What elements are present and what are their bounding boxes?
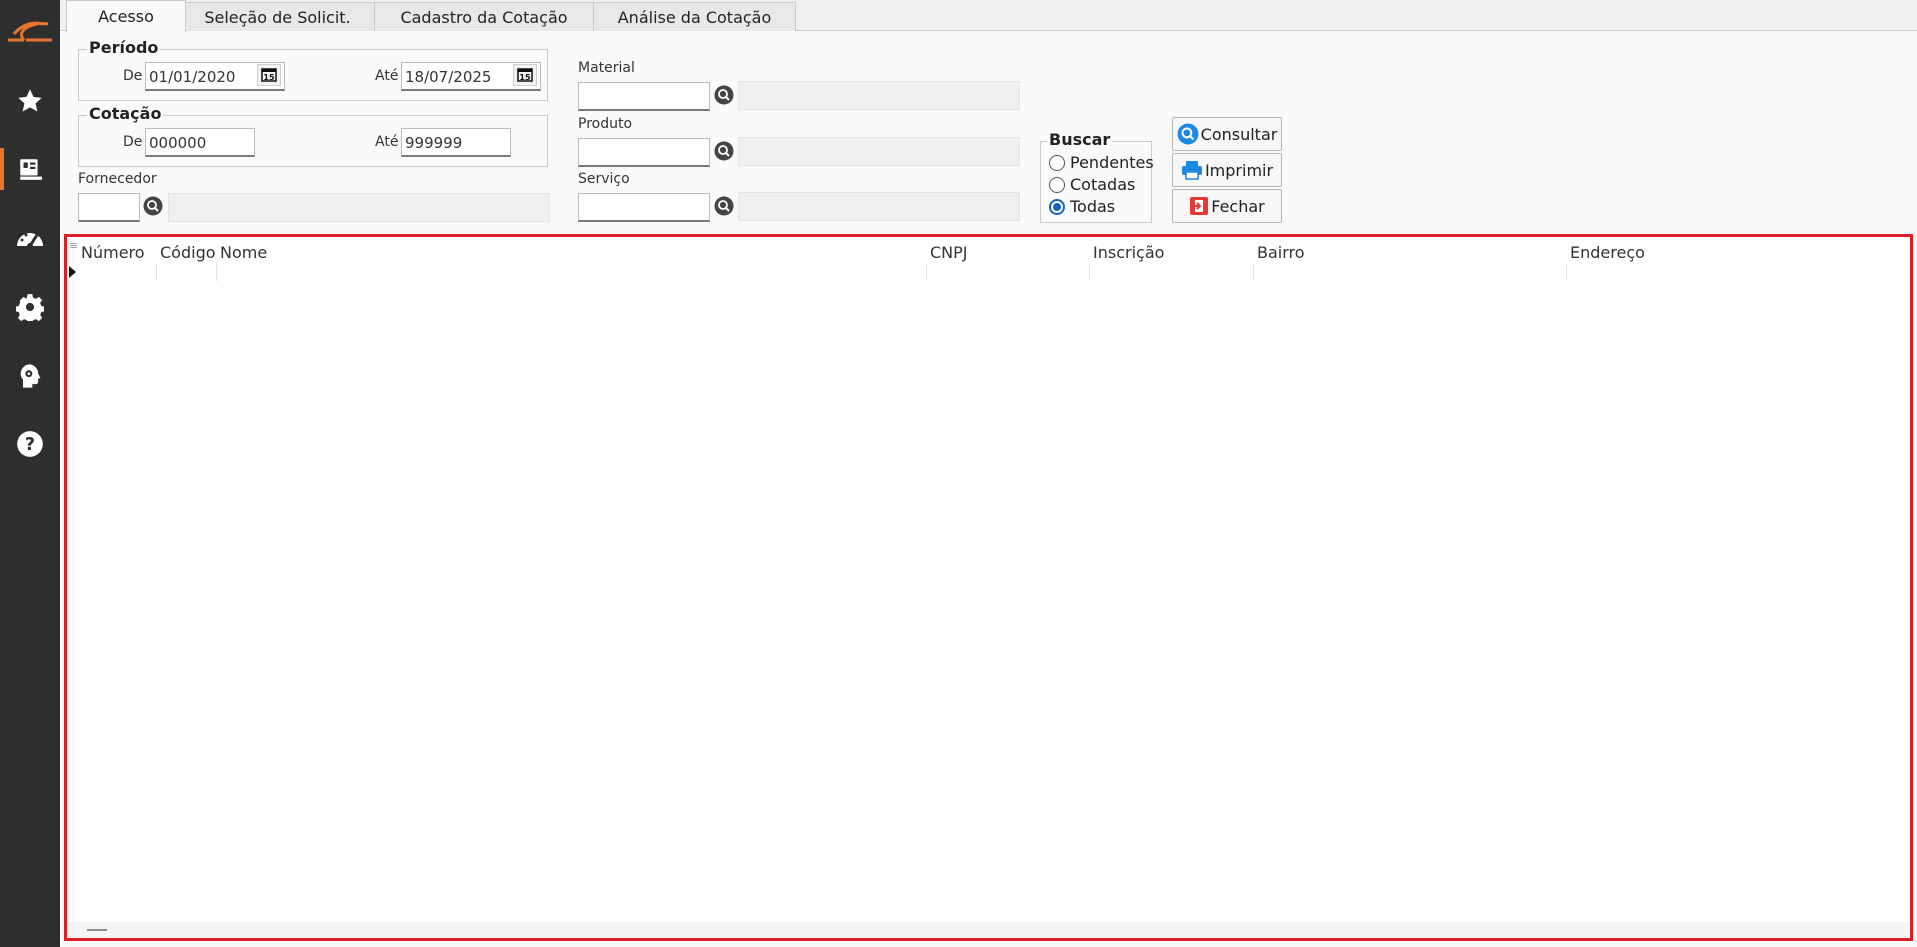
tab-acesso[interactable]: Acesso: [66, 0, 186, 32]
star-icon[interactable]: [0, 76, 60, 126]
cotacao-from-input[interactable]: 000000: [145, 128, 255, 157]
column-separator: [1089, 263, 1090, 281]
material-label: Material: [578, 60, 635, 76]
radio-pendentes[interactable]: Pendentes: [1049, 153, 1154, 172]
column-separator: [1253, 263, 1254, 281]
column-header-cnpj[interactable]: CNPJ: [930, 243, 968, 262]
grid-corner-icon: ≡: [69, 239, 79, 252]
row-indicator-icon: [69, 264, 77, 282]
footer-indicator: [87, 929, 107, 931]
svg-text:15: 15: [519, 73, 531, 82]
search-icon: [1177, 123, 1199, 145]
fechar-button[interactable]: Fechar: [1172, 189, 1282, 223]
radio-button[interactable]: [1049, 198, 1065, 215]
column-header-codigo[interactable]: Código: [160, 243, 216, 262]
fechar-label: Fechar: [1211, 196, 1265, 216]
radio-button[interactable]: [1049, 176, 1065, 193]
radio-label: Todas: [1070, 197, 1116, 216]
radio-label: Pendentes: [1070, 153, 1154, 172]
calendar-icon[interactable]: 15: [257, 64, 281, 86]
head-gear-icon[interactable]: [0, 351, 60, 401]
periodo-to-label: Até: [375, 68, 399, 84]
column-separator: [216, 263, 217, 281]
results-grid[interactable]: ≡ Número Código Nome CNPJ Inscrição Bair…: [64, 234, 1913, 941]
column-header-bairro[interactable]: Bairro: [1257, 243, 1305, 262]
consultar-button[interactable]: Consultar: [1172, 117, 1282, 151]
search-icon[interactable]: [713, 140, 735, 162]
servico-label: Serviço: [578, 171, 630, 187]
material-input[interactable]: [578, 82, 710, 111]
cotacao-group: Cotação De 000000 Até 999999: [78, 104, 548, 167]
svg-text:15: 15: [263, 73, 275, 82]
sidebar: ?: [0, 0, 60, 947]
tab-bar: Acesso Seleção de Solicit. Cadastro da C…: [60, 0, 1917, 32]
ledger-icon[interactable]: [0, 144, 60, 194]
gear-icon[interactable]: [0, 282, 60, 332]
periodo-group: Período De 01/01/2020 15 Até 18/07/2025 …: [78, 38, 548, 101]
search-icon[interactable]: [142, 195, 164, 217]
column-header-endereco[interactable]: Endereço: [1570, 243, 1645, 262]
periodo-from-label: De: [123, 68, 143, 84]
fornecedor-input[interactable]: [78, 193, 140, 222]
radio-label: Cotadas: [1070, 175, 1136, 194]
column-separator: [926, 263, 927, 281]
fornecedor-label: Fornecedor: [78, 171, 157, 187]
calendar-icon[interactable]: 15: [513, 64, 537, 86]
servico-description: [738, 192, 1020, 221]
radio-todas[interactable]: Todas: [1049, 197, 1115, 216]
cotacao-from-label: De: [123, 134, 143, 150]
radio-button[interactable]: [1049, 154, 1065, 171]
servico-input[interactable]: [578, 193, 710, 222]
help-icon[interactable]: ?: [0, 419, 60, 469]
acesso-panel: Período De 01/01/2020 15 Até 18/07/2025 …: [60, 31, 1917, 947]
search-icon[interactable]: [713, 195, 735, 217]
imprimir-label: Imprimir: [1204, 160, 1274, 180]
exit-icon: [1189, 196, 1209, 216]
column-header-numero[interactable]: Número: [81, 243, 145, 262]
gauge-icon[interactable]: [0, 213, 60, 263]
periodo-title: Período: [87, 38, 161, 57]
main-area: Acesso Seleção de Solicit. Cadastro da C…: [60, 0, 1917, 947]
column-header-nome[interactable]: Nome: [220, 243, 267, 262]
material-description: [738, 81, 1020, 110]
printer-icon: [1181, 160, 1203, 180]
tab-cadastro-cotacao[interactable]: Cadastro da Cotação: [374, 2, 594, 31]
grid-footer: [67, 922, 1910, 938]
tab-analise-cotacao[interactable]: Análise da Cotação: [593, 2, 796, 31]
consultar-label: Consultar: [1200, 124, 1278, 144]
tab-selecao-solicit[interactable]: Seleção de Solicit.: [180, 2, 375, 31]
imprimir-button[interactable]: Imprimir: [1172, 153, 1282, 187]
produto-label: Produto: [578, 116, 633, 132]
cotacao-to-input[interactable]: 999999: [401, 128, 511, 157]
cotacao-title: Cotação: [87, 104, 164, 123]
produto-input[interactable]: [578, 138, 710, 167]
svg-text:?: ?: [25, 435, 35, 455]
buscar-group: Buscar Pendentes Cotadas Todas: [1040, 130, 1154, 223]
column-separator: [156, 263, 157, 281]
company-logo[interactable]: [0, 6, 60, 56]
search-icon[interactable]: [713, 84, 735, 106]
produto-description: [738, 137, 1020, 166]
column-separator: [1566, 263, 1567, 281]
cotacao-to-label: Até: [375, 134, 399, 150]
fornecedor-description: [168, 193, 550, 222]
radio-cotadas[interactable]: Cotadas: [1049, 175, 1135, 194]
column-header-inscricao[interactable]: Inscrição: [1093, 243, 1164, 262]
buscar-title: Buscar: [1047, 130, 1113, 149]
